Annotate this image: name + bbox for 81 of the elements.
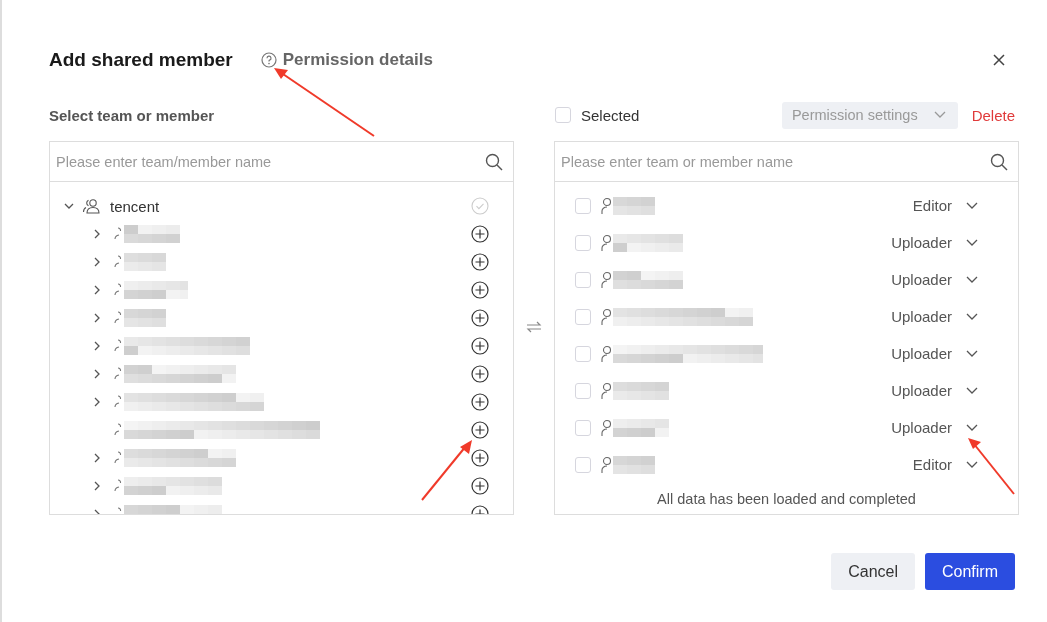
expand-chevron-icon[interactable]	[92, 397, 102, 407]
chevron-down-icon	[933, 111, 946, 119]
expand-chevron-icon[interactable]	[92, 313, 102, 323]
expand-chevron-icon[interactable]	[92, 341, 102, 351]
search-field[interactable]: Please enter team/member name	[56, 142, 485, 181]
chevron-down-icon	[966, 423, 978, 432]
collapse-chevron-icon[interactable]	[64, 201, 74, 211]
chevron-down-icon	[966, 238, 978, 247]
add-circle-icon[interactable]	[471, 281, 489, 299]
select-all-checkbox[interactable]: Selected	[554, 106, 640, 124]
checkbox[interactable]	[575, 456, 591, 473]
delete-link[interactable]: Delete	[971, 106, 1015, 124]
chevron-down-icon	[966, 201, 978, 210]
add-circle-icon[interactable]	[471, 365, 489, 383]
person-icon	[601, 233, 611, 252]
person-icon	[601, 270, 611, 289]
chevron-down-icon	[966, 349, 978, 358]
section-label: Select team or member	[49, 106, 215, 124]
checkbox[interactable]	[555, 107, 571, 123]
add-circle-icon[interactable]	[471, 393, 489, 411]
expand-chevron-icon[interactable]	[92, 257, 102, 267]
checkbox-label: Selected	[581, 106, 640, 124]
checkbox[interactable]	[575, 308, 591, 325]
pixelated-name	[613, 455, 655, 474]
add-circle-icon[interactable]	[471, 225, 489, 243]
expand-chevron-icon[interactable]	[92, 453, 102, 463]
pixelated-name	[613, 270, 683, 289]
expand-chevron-icon[interactable]	[92, 481, 102, 491]
annotation-arrow	[420, 438, 474, 502]
expand-chevron-icon[interactable]	[92, 229, 102, 239]
checkbox[interactable]	[575, 382, 591, 399]
checkbox[interactable]	[575, 271, 591, 288]
person-icon	[601, 344, 611, 363]
person-icon	[601, 307, 611, 326]
chevron-down-icon	[966, 386, 978, 395]
close-icon[interactable]	[993, 54, 1005, 66]
search-icon[interactable]	[485, 152, 503, 171]
team-name[interactable]: tencent	[110, 197, 160, 215]
swap-icon	[526, 320, 542, 333]
person-icon	[601, 418, 611, 437]
expand-chevron-icon[interactable]	[92, 285, 102, 295]
checkbox[interactable]	[575, 234, 591, 251]
dialog-title: Add shared member	[49, 49, 233, 71]
role-dropdown[interactable]: Uploader	[891, 271, 978, 288]
role-dropdown[interactable]: Uploader	[891, 345, 978, 362]
person-icon	[601, 196, 611, 215]
pixelated-name	[124, 281, 188, 299]
role-dropdown[interactable]: Uploader	[891, 382, 978, 399]
search-field[interactable]: Please enter team or member name	[561, 142, 990, 181]
pixelated-name	[613, 418, 669, 437]
add-circle-icon[interactable]	[471, 477, 489, 495]
confirm-button[interactable]: Confirm	[925, 553, 1015, 590]
role-dropdown[interactable]: Editor	[912, 456, 978, 473]
chevron-down-icon	[966, 275, 978, 284]
permission-details-link[interactable]: Permission details	[260, 50, 433, 70]
add-circle-icon[interactable]	[471, 309, 489, 327]
role-dropdown[interactable]: Uploader	[891, 234, 978, 251]
cancel-button[interactable]: Cancel	[831, 553, 915, 590]
person-icon	[601, 455, 611, 474]
add-circle-icon[interactable]	[471, 421, 489, 439]
role-dropdown[interactable]: Uploader	[891, 308, 978, 325]
pixelated-name	[613, 196, 655, 215]
add-circle-icon[interactable]	[471, 337, 489, 355]
annotation-arrow	[966, 436, 1016, 496]
checkbox[interactable]	[575, 197, 591, 214]
add-circle-icon[interactable]	[471, 449, 489, 467]
check-circle-icon[interactable]	[471, 197, 489, 215]
person-icon	[601, 381, 611, 400]
checkbox[interactable]	[575, 345, 591, 362]
chevron-down-icon	[966, 312, 978, 321]
checkbox[interactable]	[575, 419, 591, 436]
expand-chevron-icon[interactable]	[92, 369, 102, 379]
search-icon[interactable]	[990, 152, 1008, 171]
help-icon	[260, 52, 277, 68]
pixelated-name	[613, 233, 683, 252]
list-end-message: All data has been loaded and completed	[656, 491, 917, 507]
chevron-down-icon	[966, 460, 978, 469]
role-dropdown[interactable]: Editor	[912, 197, 978, 214]
role-dropdown[interactable]: Uploader	[891, 419, 978, 436]
add-circle-icon[interactable]	[471, 253, 489, 271]
pixelated-name	[613, 381, 669, 400]
